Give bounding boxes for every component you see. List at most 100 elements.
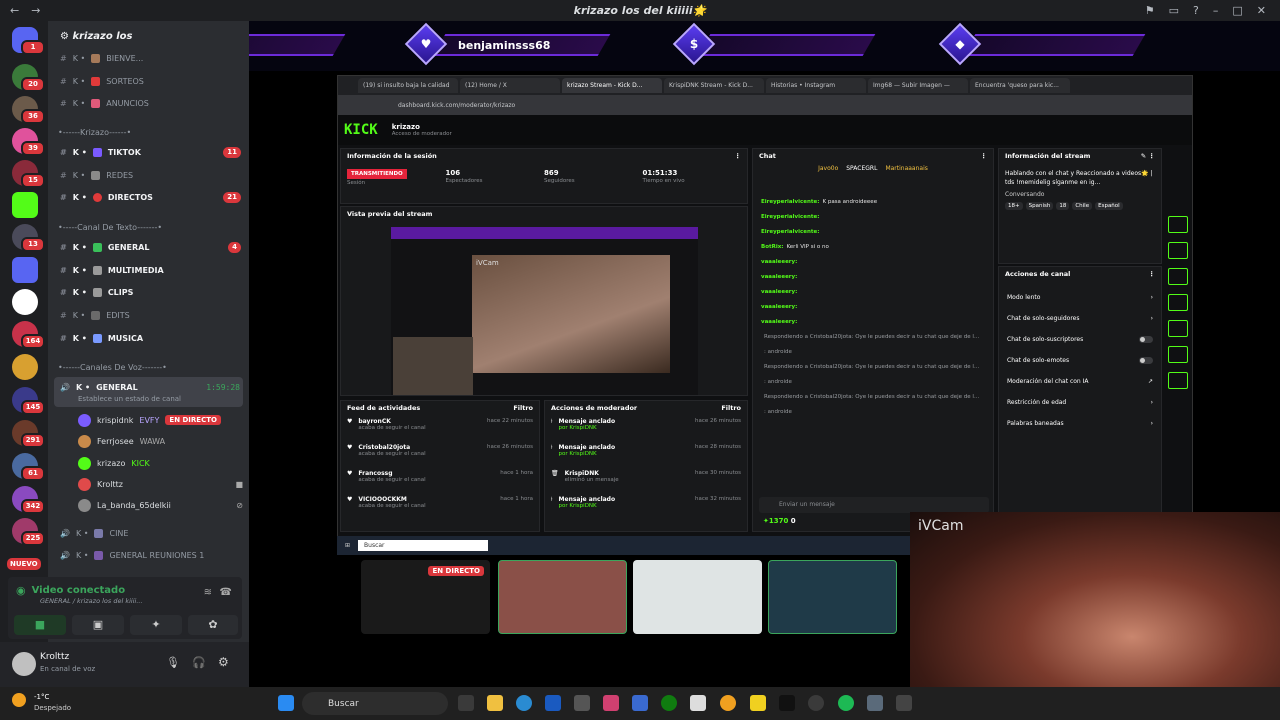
app-icon[interactable] [574, 695, 590, 711]
channel-switcher[interactable]: krizazo Acceso de moderador [392, 123, 452, 137]
tab[interactable]: krizazo Stream - Kick D... [562, 78, 662, 93]
camera-button[interactable]: ■ [14, 615, 66, 635]
action-banned-words[interactable]: Palabras baneadas › [999, 413, 1161, 434]
voice-user[interactable]: La_banda_65delkii ⊘ [78, 496, 243, 514]
screen-icon[interactable]: ▭ [1169, 4, 1179, 17]
category-voice[interactable]: •------Canales De Voz-------• [58, 363, 167, 372]
url-bar[interactable]: dashboard.kick.com/moderator/krizazo [338, 95, 1192, 115]
channel-general[interactable]: # K • GENERAL 4 [60, 238, 241, 256]
store-icon[interactable] [632, 695, 648, 711]
spotify-icon[interactable] [838, 695, 854, 711]
forward-arrow-icon[interactable]: → [31, 4, 40, 17]
activities-button[interactable]: ✦ [130, 615, 182, 635]
screen-share-button[interactable]: ▣ [72, 615, 124, 635]
action-subscribers-only[interactable]: Chat de solo-suscriptores [999, 329, 1161, 350]
channel-status-prompt[interactable]: Establece un estado de canal [78, 395, 181, 403]
tab[interactable]: KrispiDNK Stream - Kick D... [664, 78, 764, 93]
channel-directos[interactable]: # K • DIRECTOS 21 [60, 188, 241, 206]
maximize-button[interactable]: □ [1232, 4, 1242, 17]
taskbar-search[interactable]: Buscar [302, 692, 448, 715]
kick-server-icon[interactable] [12, 192, 38, 218]
category-text[interactable]: •-----Canal De Texto-------• [58, 223, 162, 232]
sticky-notes-icon[interactable] [750, 695, 766, 711]
side-tool-button[interactable] [1168, 242, 1188, 259]
participant-tile[interactable] [633, 560, 762, 634]
minimize-button[interactable]: – [1213, 4, 1219, 17]
channel-bienvenida[interactable]: # K • BIENVE... [60, 49, 241, 67]
voice-user[interactable]: krispidnk EVFY EN DIRECTO [78, 411, 221, 429]
app-icon[interactable] [545, 695, 561, 711]
edge-icon[interactable] [516, 695, 532, 711]
action-ai-moderation[interactable]: Moderación del chat con IA ↗ [999, 371, 1161, 392]
xbox-icon[interactable] [661, 695, 677, 711]
gear-icon[interactable]: ⚙ [218, 655, 229, 669]
start-button[interactable] [278, 695, 294, 711]
filter-button[interactable]: Filtro [721, 404, 741, 412]
voice-user[interactable]: Krolttz ■ [78, 475, 243, 493]
side-tool-button[interactable] [1168, 346, 1188, 363]
microphone-icon[interactable]: 🎙 [166, 656, 180, 669]
channel-multimedia[interactable]: # K • MULTIMEDIA [60, 261, 241, 279]
folder-icon[interactable] [12, 257, 38, 283]
edit-icon[interactable]: ✎ ⋮ [1141, 152, 1155, 160]
soundboard-button[interactable]: ✿ [188, 615, 238, 635]
headphones-icon[interactable]: 🎧 [192, 656, 206, 669]
file-explorer-icon[interactable] [487, 695, 503, 711]
channel-anuncios[interactable]: # K • ANUNCIOS [60, 94, 241, 112]
app-icon[interactable] [808, 695, 824, 711]
voice-user[interactable]: Ferrjosee WAWA [78, 432, 165, 450]
chat-input[interactable]: Enviar un mensaje [759, 497, 989, 513]
kick-logo[interactable]: KICK [344, 122, 378, 138]
server-badge: 20 [21, 77, 45, 92]
action-followers-only[interactable]: Chat de solo-seguidores › [999, 308, 1161, 329]
action-age-restriction[interactable]: Restricción de edad › [999, 392, 1161, 413]
channel-tiktok[interactable]: # K • TIKTOK 11 [60, 143, 241, 161]
flag-icon[interactable]: ⚑ [1145, 4, 1155, 17]
filter-button[interactable]: Filtro [513, 404, 533, 412]
server-icon[interactable] [12, 289, 38, 315]
app-icon[interactable] [720, 695, 736, 711]
server-icon[interactable] [12, 354, 38, 380]
voice-user[interactable]: krizazo KICK [78, 454, 150, 472]
action-slow-mode[interactable]: Modo lento › [999, 287, 1161, 308]
tab[interactable]: Encuentra 'queso para kic... [970, 78, 1070, 93]
channel-redes[interactable]: # K • REDES [60, 166, 241, 184]
back-arrow-icon[interactable]: ← [10, 4, 19, 17]
stream-thumb[interactable]: EN DIRECTO [361, 560, 490, 634]
action-emotes-only[interactable]: Chat de solo-emotes [999, 350, 1161, 371]
channel-edits[interactable]: # K • EDITS [60, 306, 241, 324]
tab[interactable]: Historias • Instagram [766, 78, 866, 93]
voice-channel-general[interactable]: 🔊 K • GENERAL 1:59:28 [60, 378, 240, 396]
side-tool-button[interactable] [1168, 268, 1188, 285]
task-view-icon[interactable] [458, 695, 474, 711]
participant-tile[interactable] [498, 560, 627, 634]
app-icon[interactable] [690, 695, 706, 711]
server-badge: 164 [21, 334, 45, 349]
tiktok-icon[interactable] [779, 695, 795, 711]
avatar [78, 413, 91, 427]
disconnect-icon[interactable]: ☎ [220, 587, 232, 598]
close-button[interactable]: ✕ [1257, 4, 1266, 17]
help-icon[interactable]: ? [1193, 4, 1199, 17]
voice-channel-reuniones[interactable]: 🔊 K • GENERAL REUNIONES 1 [60, 546, 240, 564]
channel-sorteos[interactable]: # K • SORTEOS [60, 72, 241, 90]
sound-wave-icon[interactable]: ≋ [204, 587, 212, 598]
avatar[interactable] [12, 652, 36, 676]
tab[interactable]: (19) si insulto baja la calidad [358, 78, 458, 93]
app-icon[interactable] [896, 695, 912, 711]
voice-channel-cine[interactable]: 🔊 K • CINE [60, 524, 240, 542]
weather-icon[interactable] [12, 693, 26, 707]
category-krizazo[interactable]: •------Krizazo------• [58, 128, 131, 137]
inner-search[interactable]: Buscar [358, 540, 489, 551]
channel-musica[interactable]: # K • MUSICA [60, 329, 241, 347]
app-icon[interactable] [603, 695, 619, 711]
tab[interactable]: (12) Home / X [460, 78, 560, 93]
side-tool-button[interactable] [1168, 372, 1188, 389]
participant-tile[interactable] [768, 560, 897, 634]
side-tool-button[interactable] [1168, 320, 1188, 337]
tab[interactable]: Img68 — Subir Imagen — [868, 78, 968, 93]
side-tool-button[interactable] [1168, 294, 1188, 311]
channel-clips[interactable]: # K • CLIPS [60, 283, 241, 301]
settings-icon[interactable] [867, 695, 883, 711]
side-tool-button[interactable] [1168, 216, 1188, 233]
